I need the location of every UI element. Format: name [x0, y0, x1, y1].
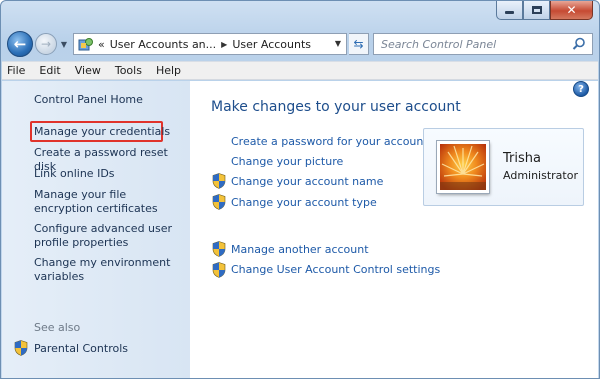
navigation-bar: ← → ▼ « User Accounts an... ▶ User Accou… — [7, 30, 593, 58]
change-account-name-link[interactable]: Change your account name — [231, 175, 383, 188]
parental-controls-link[interactable]: Parental Controls — [34, 342, 128, 355]
back-arrow-icon: ← — [13, 35, 27, 53]
change-environment-variables-link[interactable]: Change my environment variables — [34, 256, 174, 284]
left-task-pane: Control Panel Home Manage your credentia… — [2, 81, 190, 378]
refresh-button[interactable]: ⇆ — [349, 33, 369, 55]
see-also-label: See also — [34, 321, 81, 334]
uac-shield-icon — [212, 173, 226, 189]
breadcrumb-user-accounts-and-family[interactable]: User Accounts an... — [110, 38, 216, 51]
manage-another-account-link[interactable]: Manage another account — [231, 243, 369, 256]
configure-advanced-profile-link[interactable]: Configure advanced user profile properti… — [34, 222, 174, 250]
minimize-icon — [505, 11, 514, 14]
user-name: Trisha — [503, 151, 541, 166]
search-input[interactable] — [381, 37, 561, 51]
menu-file[interactable]: File — [7, 64, 25, 77]
breadcrumb-separator-icon[interactable]: ▶ — [221, 40, 227, 49]
forward-button[interactable]: → — [35, 33, 57, 55]
breadcrumb-user-accounts[interactable]: User Accounts — [232, 38, 311, 51]
caption-buttons: ✕ — [496, 1, 593, 20]
link-online-ids-link[interactable]: Link online IDs — [34, 167, 184, 181]
manage-credentials-link[interactable]: Manage your credentials — [34, 125, 184, 139]
change-picture-link[interactable]: Change your picture — [231, 155, 343, 168]
create-password-link[interactable]: Create a password for your account — [231, 135, 428, 148]
change-account-type-link[interactable]: Change your account type — [231, 196, 377, 209]
close-button[interactable]: ✕ — [550, 1, 593, 20]
page-title: Make changes to your user account — [211, 99, 461, 115]
user-account-card: Trisha Administrator — [423, 128, 584, 206]
user-role: Administrator — [503, 169, 578, 182]
menu-view[interactable]: View — [75, 64, 101, 77]
uac-shield-icon — [212, 194, 226, 210]
close-icon: ✕ — [566, 3, 577, 17]
minimize-button[interactable] — [496, 1, 523, 20]
control-panel-home-link[interactable]: Control Panel Home — [34, 93, 184, 107]
forward-arrow-icon: → — [40, 37, 52, 51]
menu-edit[interactable]: Edit — [39, 64, 60, 77]
uac-shield-icon — [212, 262, 226, 278]
maximize-button[interactable] — [523, 1, 550, 20]
uac-shield-icon — [14, 340, 28, 356]
search-box[interactable] — [373, 33, 593, 55]
address-bar[interactable]: « User Accounts an... ▶ User Accounts ▼ — [73, 33, 347, 55]
address-dropdown-icon[interactable]: ▼ — [335, 39, 341, 48]
help-icon[interactable]: ? — [573, 81, 589, 97]
manage-file-encryption-certificates-link[interactable]: Manage your file encryption certificates — [34, 188, 184, 216]
window: ✕ ← → ▼ « User Accounts an... ▶ User Acc… — [0, 0, 600, 379]
address-overflow[interactable]: « — [98, 38, 105, 51]
refresh-icon: ⇆ — [353, 37, 364, 51]
control-panel-icon — [78, 37, 93, 50]
menu-tools[interactable]: Tools — [115, 64, 142, 77]
maximize-icon — [531, 6, 542, 14]
search-icon[interactable] — [572, 37, 586, 51]
avatar — [437, 141, 489, 193]
change-uac-settings-link[interactable]: Change User Account Control settings — [231, 263, 440, 276]
content-area: Control Panel Home Manage your credentia… — [2, 81, 598, 378]
back-button[interactable]: ← — [7, 31, 33, 57]
menu-bar: File Edit View Tools Help — [2, 61, 598, 80]
recent-pages-dropdown[interactable]: ▼ — [59, 40, 69, 49]
menu-help[interactable]: Help — [156, 64, 181, 77]
flower-avatar-icon — [440, 144, 486, 190]
uac-shield-icon — [212, 241, 226, 257]
